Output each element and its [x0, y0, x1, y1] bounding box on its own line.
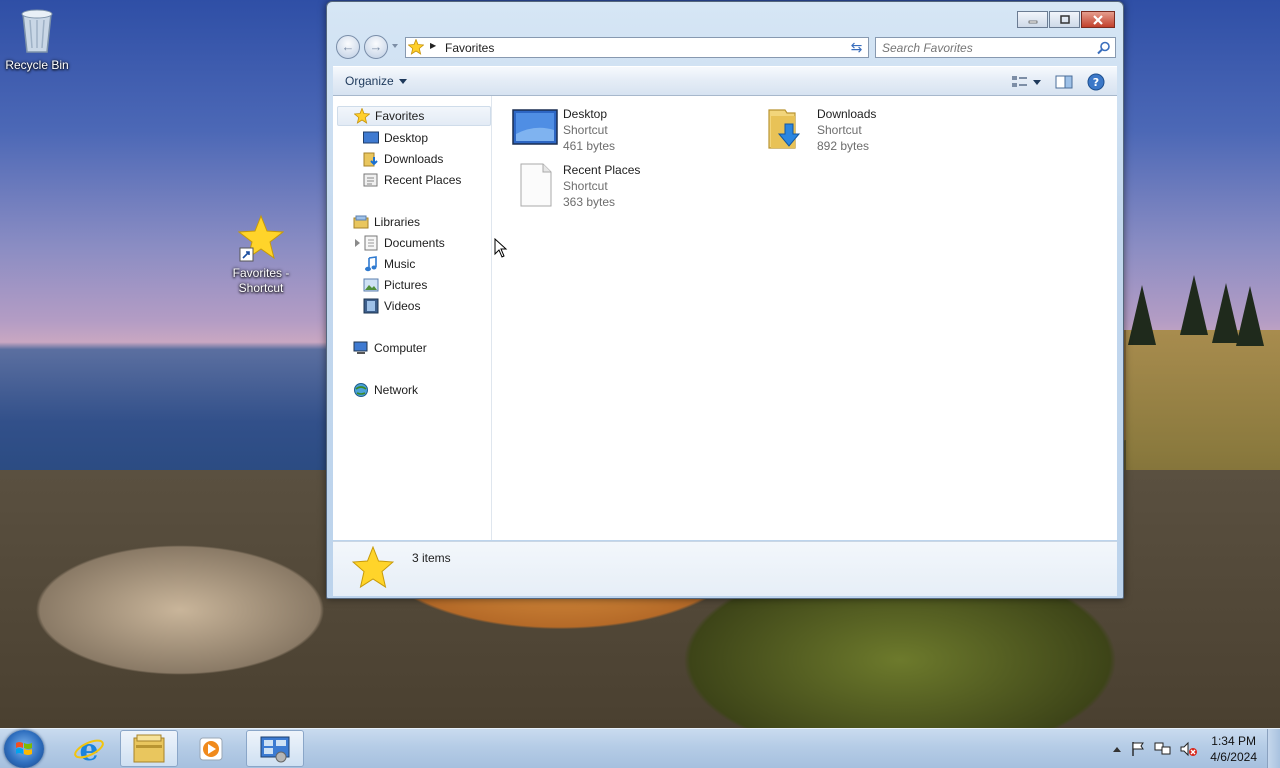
windows-explorer-icon: [133, 734, 165, 762]
nav-item-libraries[interactable]: Libraries: [353, 212, 420, 232]
organize-button[interactable]: Organize: [345, 74, 407, 88]
action-center-flag-icon[interactable]: [1130, 741, 1146, 757]
refresh-button[interactable]: ⇆: [845, 37, 869, 58]
nav-item-documents[interactable]: Documents: [363, 233, 445, 253]
preview-pane-icon[interactable]: [1055, 74, 1073, 90]
documents-icon: [363, 235, 379, 251]
taskbar-control-panel[interactable]: [246, 730, 304, 767]
network-status-icon[interactable]: [1154, 741, 1172, 757]
taskbar: e 1:34 PM 4/6/2024: [0, 728, 1280, 768]
nav-item-downloads[interactable]: Downloads: [363, 149, 443, 169]
recycle-bin-icon: [21, 9, 53, 53]
recent-places-icon: [363, 172, 379, 188]
network-globe-icon: [353, 382, 369, 398]
search-icon[interactable]: [1097, 41, 1111, 55]
nav-item-network[interactable]: Network: [353, 380, 418, 400]
file-item-downloads[interactable]: Downloads Shortcut 892 bytes: [765, 104, 1005, 156]
svg-text:?: ?: [1093, 76, 1099, 89]
computer-icon: [353, 340, 369, 356]
address-location[interactable]: Favorites: [445, 41, 494, 55]
command-bar: Organize ?: [333, 66, 1117, 96]
nav-item-desktop[interactable]: Desktop: [363, 128, 428, 148]
details-pane: 3 items: [333, 541, 1117, 596]
desktop-shortcut-icon: [512, 109, 558, 145]
chevron-up-icon: [1113, 746, 1122, 752]
close-button[interactable]: [1081, 11, 1115, 28]
search-box[interactable]: [875, 37, 1116, 58]
minimize-icon: [1028, 20, 1037, 23]
clock-time: 1:34 PM: [1211, 733, 1256, 748]
chevron-down-icon: [398, 79, 407, 85]
back-button[interactable]: ←: [336, 35, 360, 59]
downloads-folder-icon: [363, 151, 379, 167]
nav-item-music[interactable]: Music: [363, 254, 415, 274]
view-options-dropdown-icon[interactable]: [1033, 79, 1041, 85]
explorer-window: ← → ▶ Favorites ⇆ Organize: [326, 1, 1124, 599]
content-area: Favorites Desktop Downloads Recent Place…: [333, 96, 1117, 540]
clock[interactable]: 1:34 PM 4/6/2024: [1210, 733, 1257, 765]
recent-pages-dropdown[interactable]: [392, 44, 398, 48]
navigation-row: ← → ▶ Favorites ⇆: [335, 35, 1116, 59]
file-item-recent-places[interactable]: Recent Places Shortcut 363 bytes: [511, 160, 751, 212]
start-button[interactable]: [4, 730, 44, 768]
internet-explorer-icon: e: [74, 733, 104, 765]
nav-item-pictures[interactable]: Pictures: [363, 275, 427, 295]
breadcrumb-separator-icon[interactable]: ▶: [430, 41, 436, 50]
windows-logo-icon: [16, 742, 32, 755]
control-panel-icon: [260, 736, 290, 762]
help-icon[interactable]: ?: [1087, 73, 1105, 91]
system-tray: 1:34 PM 4/6/2024: [1112, 729, 1280, 768]
clock-date: 4/6/2024: [1210, 749, 1257, 764]
nav-item-favorites[interactable]: Favorites: [337, 106, 491, 126]
desktop-icon-recycle-bin[interactable]: Recycle Bin: [0, 6, 77, 73]
blank-file-icon: [520, 163, 552, 207]
file-item-desktop[interactable]: Desktop Shortcut 461 bytes: [511, 104, 751, 156]
downloads-folder-icon: [768, 109, 801, 149]
desktop-icon: [363, 130, 379, 146]
address-bar[interactable]: ▶ Favorites: [405, 37, 869, 58]
expand-documents-icon[interactable]: [355, 239, 360, 247]
desktop-icon-favorites-shortcut[interactable]: Favorites - Shortcut: [221, 214, 301, 296]
show-desktop-button[interactable]: [1267, 729, 1280, 768]
volume-muted-icon[interactable]: [1180, 741, 1198, 757]
nav-item-recent-places[interactable]: Recent Places: [363, 170, 461, 190]
libraries-icon: [353, 214, 369, 230]
videos-filmstrip-icon: [363, 298, 379, 314]
minimize-button[interactable]: [1017, 11, 1048, 28]
back-arrow-icon: ←: [341, 39, 355, 54]
show-hidden-icons-button[interactable]: [1112, 745, 1122, 753]
refresh-icon: ⇆: [850, 39, 863, 55]
taskbar-windows-explorer[interactable]: [120, 730, 178, 767]
restore-button[interactable]: [1049, 11, 1080, 28]
restore-icon: [1059, 14, 1070, 24]
pictures-icon: [363, 277, 379, 293]
item-count: 3 items: [412, 551, 451, 565]
favorites-star-icon: [354, 108, 370, 124]
media-player-icon: [199, 737, 223, 760]
favorites-star-icon: [408, 39, 424, 55]
favorites-star-icon: [237, 214, 285, 262]
music-note-icon: [363, 256, 379, 272]
search-input[interactable]: [882, 41, 1092, 55]
change-view-icon[interactable]: [1011, 74, 1029, 90]
nav-item-computer[interactable]: Computer: [353, 338, 427, 358]
caption-buttons: [1017, 11, 1115, 28]
forward-arrow-icon: →: [369, 39, 383, 54]
navigation-pane: Favorites Desktop Downloads Recent Place…: [333, 96, 492, 540]
favorites-star-icon: [352, 546, 394, 589]
forward-button[interactable]: →: [364, 35, 388, 59]
taskbar-internet-explorer[interactable]: e: [60, 730, 118, 767]
taskbar-media-player[interactable]: [182, 730, 240, 767]
mouse-pointer-icon: [494, 238, 508, 258]
svg-text:e: e: [79, 733, 98, 765]
nav-item-videos[interactable]: Videos: [363, 296, 420, 316]
close-icon: [1093, 14, 1103, 25]
